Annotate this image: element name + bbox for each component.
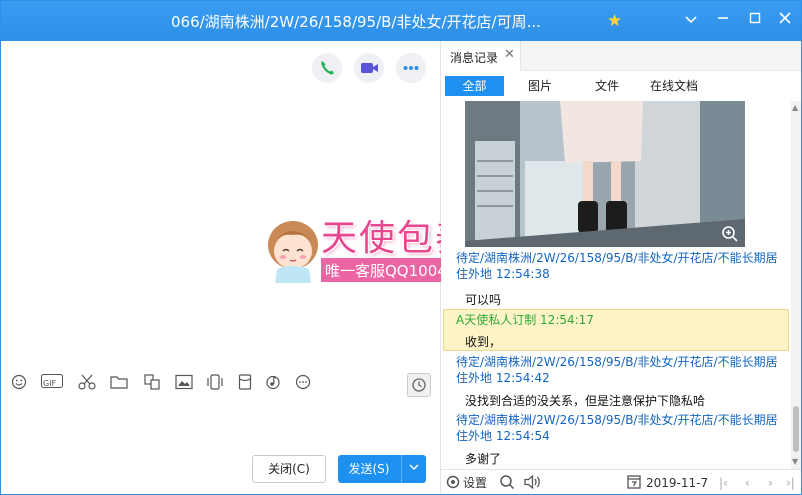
message-sender: A天使私人订制 <box>456 313 537 327</box>
tab-message-records-label: 消息记录 <box>450 51 499 65</box>
image-text-icon[interactable] <box>142 374 162 394</box>
next-page-icon[interactable]: › <box>768 474 773 492</box>
scissors-icon[interactable] <box>77 374 97 394</box>
close-icon[interactable] <box>775 10 795 30</box>
zoom-in-icon[interactable] <box>721 225 739 243</box>
previous-page-icon[interactable]: ‹ <box>745 474 750 492</box>
message-text: 收到， <box>465 335 502 349</box>
maximize-icon[interactable] <box>745 10 765 30</box>
more-icon <box>403 66 419 70</box>
message-time: 12:54:42 <box>495 371 550 385</box>
filter-all[interactable]: 全部 <box>445 76 504 96</box>
filter-files[interactable]: 文件 <box>584 76 630 96</box>
window-title: 066/湖南株洲/2W/26/158/95/B/非处女/开花店/可周... <box>171 13 541 31</box>
search-icon[interactable] <box>499 474 515 492</box>
history-tab-bar: 消息记录 ✕ <box>441 41 801 71</box>
shake-icon[interactable] <box>205 374 225 394</box>
gif-label: GIF <box>43 379 57 388</box>
video-call-button[interactable] <box>354 53 384 83</box>
picture-icon[interactable] <box>174 374 194 394</box>
message-time: 12:54:54 <box>495 429 550 443</box>
phone-icon <box>321 61 334 75</box>
close-button[interactable]: 关闭(C) <box>252 455 326 483</box>
last-page-icon[interactable]: ›| <box>786 474 795 492</box>
send-label: 发送(S) <box>348 462 390 476</box>
video-icon <box>361 63 378 73</box>
emoji-icon[interactable] <box>9 374 29 394</box>
filter-online-docs[interactable]: 在线文档 <box>643 76 705 96</box>
history-date[interactable]: 2019-11-7 <box>646 474 708 492</box>
settings-icon[interactable] <box>446 474 460 492</box>
red-packet-icon[interactable] <box>235 374 255 394</box>
scroll-down-icon[interactable]: ▼ <box>792 457 798 466</box>
tab-message-records[interactable]: 消息记录 ✕ <box>441 41 521 71</box>
message-time: 12:54:17 <box>540 313 594 327</box>
message-history-panel: 消息记录 ✕ 全部 图片 文件 在线文档 待定/湖南株洲/2W/26/158/9… <box>441 41 801 494</box>
send-button[interactable]: 发送(S) <box>338 455 426 483</box>
filter-images[interactable]: 图片 <box>517 76 563 96</box>
settings-label[interactable]: 设置 <box>463 474 487 492</box>
phone-call-button[interactable] <box>312 53 342 83</box>
chevron-down-icon[interactable] <box>681 10 701 30</box>
minimize-icon[interactable] <box>713 10 733 30</box>
message-text: 没找到合适的没关系，但是注意保护下隐私哈 <box>465 394 706 408</box>
star-icon[interactable]: ★ <box>607 11 622 31</box>
history-bottom-bar: 设置 2019-11-7 |‹ ‹ › ›| <box>441 469 801 494</box>
more-actions-button[interactable] <box>396 53 426 83</box>
music-icon[interactable] <box>263 374 283 394</box>
more-tools-icon[interactable] <box>293 374 313 394</box>
first-page-icon[interactable]: |‹ <box>719 474 728 492</box>
message-header: 待定/湖南株洲/2W/26/158/95/B/非处女/开花店/不能长期居住外地 … <box>456 354 786 386</box>
message-feed: 待定/湖南株洲/2W/26/158/95/B/非处女/开花店/不能长期居住外地 … <box>441 101 791 469</box>
message-time: 12:54:38 <box>495 267 550 281</box>
send-options-chevron-icon[interactable] <box>401 455 426 483</box>
history-scrollbar[interactable]: ▲ ▼ <box>791 101 801 469</box>
cartoon-girl-icon <box>268 221 318 283</box>
folder-icon[interactable] <box>109 374 129 394</box>
gif-icon[interactable]: GIF <box>41 374 63 394</box>
title-bar: 066/湖南株洲/2W/26/158/95/B/非处女/开花店/可周... ★ <box>1 1 801 41</box>
calendar-icon[interactable] <box>627 474 641 492</box>
message-header: A天使私人订制 12:54:17 <box>456 312 786 328</box>
message-header: 待定/湖南株洲/2W/26/158/95/B/非处女/开花店/不能长期居住外地 … <box>456 250 786 282</box>
scrollbar-thumb[interactable] <box>793 406 799 452</box>
clock-icon[interactable] <box>407 373 431 397</box>
chat-window: 066/湖南株洲/2W/26/158/95/B/非处女/开花店/可周... ★ <box>0 0 802 495</box>
message-text: 多谢了 <box>465 452 502 466</box>
message-text: 可以吗 <box>465 293 502 307</box>
message-photo[interactable] <box>465 101 745 247</box>
message-header: 待定/湖南株洲/2W/26/158/95/B/非处女/开花店/不能长期居住外地 … <box>456 412 786 444</box>
speaker-icon[interactable] <box>523 474 543 492</box>
scroll-up-icon[interactable]: ▲ <box>792 103 798 112</box>
chat-pane: 天使包养网 唯一客服QQ1004032002 GIF 关闭(C) 发送(S) <box>1 41 537 494</box>
close-tab-icon[interactable]: ✕ <box>504 47 515 62</box>
composer-toolbar: GIF <box>9 374 439 396</box>
